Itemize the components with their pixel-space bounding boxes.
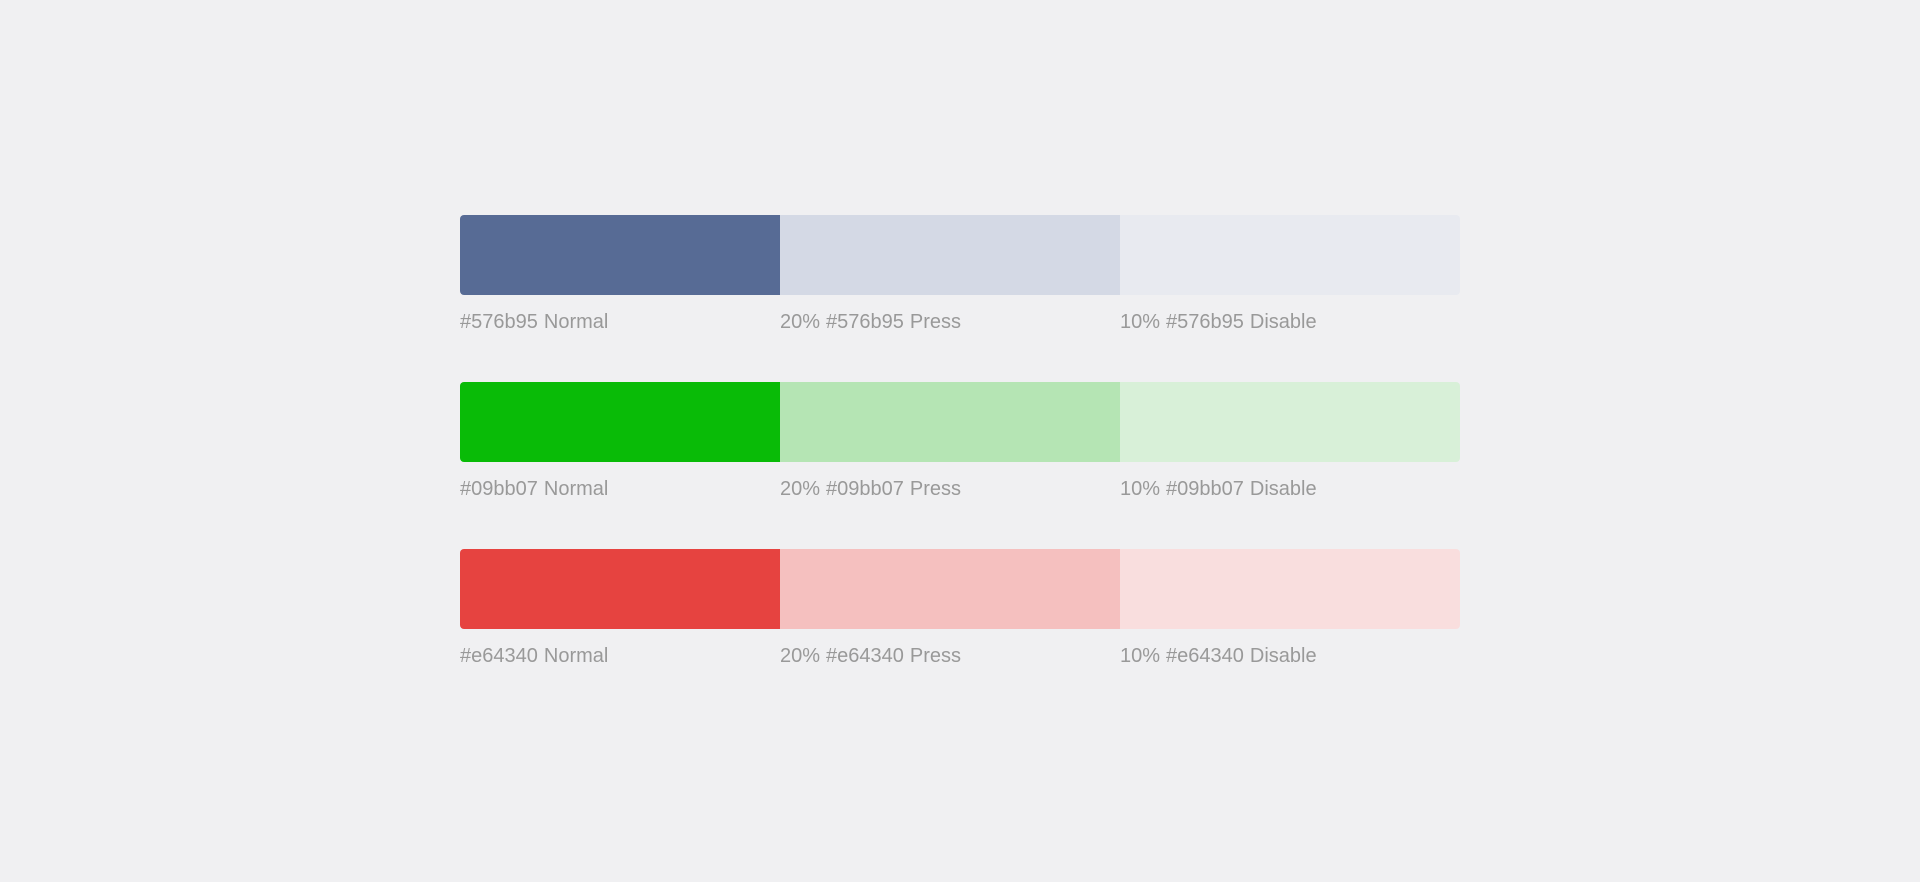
pct-disable-blue: 10% — [1120, 311, 1160, 334]
pct-disable-red: 10% — [1120, 645, 1160, 668]
swatch-normal-blue — [460, 215, 780, 295]
pct-press-blue: 20% — [780, 311, 820, 334]
hex-disable-blue: #576b95 — [1166, 311, 1244, 334]
labels-red: #e64340 Normal 20% #e64340 Press 10% #e64340 Di… — [460, 645, 1460, 668]
labels-green: #09bb07 Normal 20% #09bb07 Press 10% #09bb07 Di… — [460, 478, 1460, 501]
swatches-red — [460, 549, 1460, 629]
state-normal-red: Normal — [544, 645, 608, 668]
hex-press-green: #09bb07 — [826, 478, 904, 501]
state-press-red: Press — [910, 645, 961, 668]
state-normal-blue: Normal — [544, 311, 608, 334]
state-press-blue: Press — [910, 311, 961, 334]
pct-press-red: 20% — [780, 645, 820, 668]
state-disable-red: Disable — [1250, 645, 1317, 668]
hex-normal-blue: #576b95 — [460, 311, 538, 334]
color-row-blue: #576b95 Normal 20% #576b95 Press 10% #576b95 Di… — [460, 215, 1460, 334]
hex-press-blue: #576b95 — [826, 311, 904, 334]
color-row-red: #e64340 Normal 20% #e64340 Press 10% #e64340 Di… — [460, 549, 1460, 668]
label-group-press-green: 20% #09bb07 Press — [780, 478, 1120, 501]
swatch-press-red — [780, 549, 1120, 629]
label-group-disable-green: 10% #09bb07 Disable — [1120, 478, 1460, 501]
pct-press-green: 20% — [780, 478, 820, 501]
hex-normal-red: #e64340 — [460, 645, 538, 668]
swatch-press-green — [780, 382, 1120, 462]
label-group-disable-red: 10% #e64340 Disable — [1120, 645, 1460, 668]
hex-press-red: #e64340 — [826, 645, 904, 668]
hex-disable-red: #e64340 — [1166, 645, 1244, 668]
swatch-disable-red — [1120, 549, 1460, 629]
swatch-disable-blue — [1120, 215, 1460, 295]
pct-disable-green: 10% — [1120, 478, 1160, 501]
label-group-press-blue: 20% #576b95 Press — [780, 311, 1120, 334]
swatches-blue — [460, 215, 1460, 295]
label-group-press-red: 20% #e64340 Press — [780, 645, 1120, 668]
state-press-green: Press — [910, 478, 961, 501]
swatch-normal-red — [460, 549, 780, 629]
swatch-press-blue — [780, 215, 1120, 295]
label-group-disable-blue: 10% #576b95 Disable — [1120, 311, 1460, 334]
swatches-green — [460, 382, 1460, 462]
state-disable-green: Disable — [1250, 478, 1317, 501]
hex-normal-green: #09bb07 — [460, 478, 538, 501]
label-group-normal-green: #09bb07 Normal — [460, 478, 780, 501]
label-group-normal-red: #e64340 Normal — [460, 645, 780, 668]
swatch-disable-green — [1120, 382, 1460, 462]
swatch-normal-green — [460, 382, 780, 462]
hex-disable-green: #09bb07 — [1166, 478, 1244, 501]
label-group-normal-blue: #576b95 Normal — [460, 311, 780, 334]
main-container: #576b95 Normal 20% #576b95 Press 10% #576b95 Di… — [460, 215, 1460, 668]
color-row-green: #09bb07 Normal 20% #09bb07 Press 10% #09bb07 Di… — [460, 382, 1460, 501]
state-normal-green: Normal — [544, 478, 608, 501]
state-disable-blue: Disable — [1250, 311, 1317, 334]
labels-blue: #576b95 Normal 20% #576b95 Press 10% #576b95 Di… — [460, 311, 1460, 334]
